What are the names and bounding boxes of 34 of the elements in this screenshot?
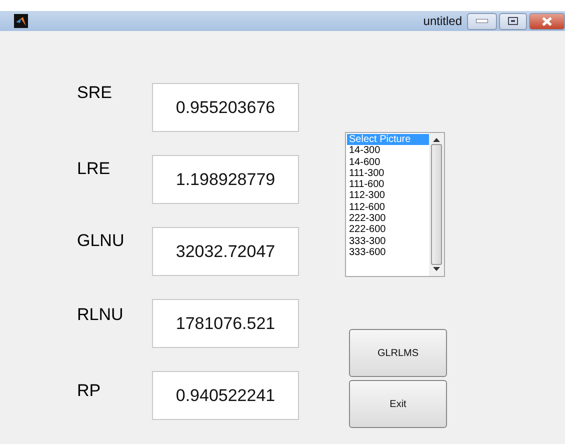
measure-label: RP <box>77 381 102 401</box>
scrollbar[interactable] <box>429 133 444 276</box>
list-item[interactable]: 112-600 <box>347 202 429 214</box>
exit-button[interactable]: Exit <box>349 380 447 428</box>
measure-label: GLNU <box>77 231 126 251</box>
list-item[interactable]: 222-600 <box>347 224 429 236</box>
scroll-up-icon <box>433 138 440 142</box>
list-item[interactable]: 14-300 <box>347 145 429 157</box>
measure-label: SRE <box>77 83 113 103</box>
list-item[interactable]: 222-300 <box>347 213 429 224</box>
measure-field[interactable]: 1781076.521 <box>152 299 299 348</box>
list-item[interactable]: 14-600 <box>347 156 429 168</box>
list-item[interactable]: 111-300 <box>347 168 429 180</box>
picture-listbox[interactable]: Select Picture 14-300 14-600 111-300 111-600 112-300 112-600 222-300 222-600 333-300 333-600 <box>345 132 445 277</box>
measure-field[interactable]: 1.198928779 <box>152 155 299 204</box>
measure-field[interactable]: 0.940522241 <box>152 371 299 420</box>
measure-field[interactable]: 32032.72047 <box>152 227 299 276</box>
scroll-down-icon <box>433 267 440 271</box>
maximize-button[interactable] <box>499 12 527 30</box>
app-logo-icon <box>14 14 28 28</box>
measure-label: LRE <box>77 159 112 179</box>
close-icon <box>542 16 552 26</box>
window-title: untitled <box>423 14 462 28</box>
minimize-button[interactable] <box>467 12 497 30</box>
list-item[interactable]: 112-300 <box>347 190 429 202</box>
measure-label: RLNU <box>77 305 124 325</box>
close-button[interactable] <box>529 12 565 30</box>
maximize-icon <box>508 17 518 25</box>
measure-field[interactable]: 0.955203676 <box>152 83 299 132</box>
list-item[interactable]: 111-600 <box>347 179 429 190</box>
glrlms-button[interactable]: GLRLMS <box>349 329 447 377</box>
list-item[interactable]: 333-300 <box>347 236 429 247</box>
minimize-icon <box>476 19 488 23</box>
list-item[interactable]: 333-600 <box>347 246 429 258</box>
